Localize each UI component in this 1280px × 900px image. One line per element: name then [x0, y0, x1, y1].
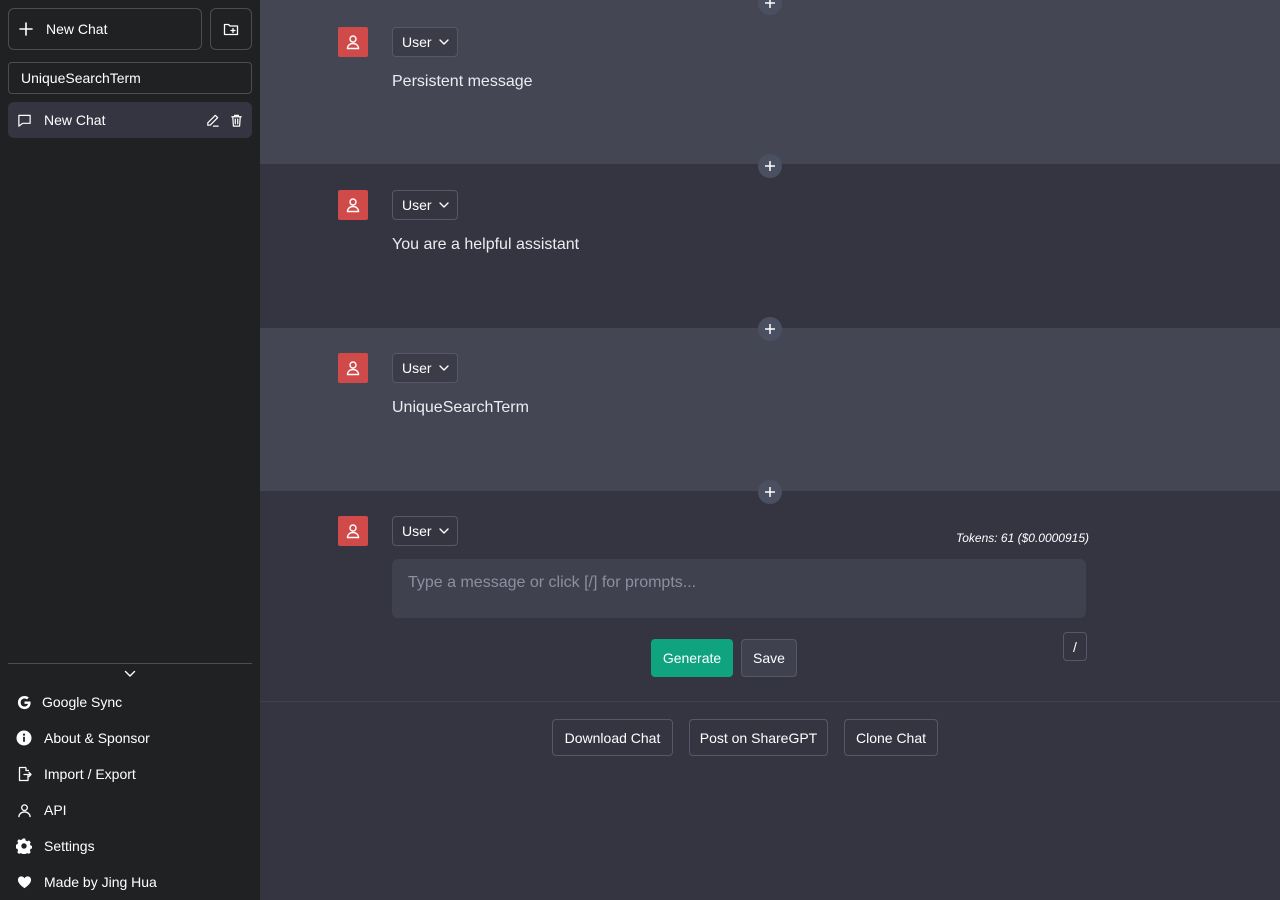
- folder-plus-icon: [223, 23, 239, 36]
- new-chat-button[interactable]: New Chat: [8, 8, 202, 50]
- chat-list-item[interactable]: New Chat: [8, 102, 252, 138]
- prompt-library-button[interactable]: /: [1063, 632, 1087, 661]
- message-text[interactable]: Persistent message: [392, 73, 533, 91]
- user-avatar-icon: [346, 35, 360, 50]
- add-message-button[interactable]: [758, 480, 782, 504]
- user-avatar-icon: [346, 524, 360, 539]
- message: User Persistent message: [260, 0, 1280, 164]
- new-folder-button[interactable]: [210, 8, 252, 50]
- add-message-button[interactable]: [758, 317, 782, 341]
- message: User You are a helpful assistant: [260, 164, 1280, 328]
- menu-item-label: API: [44, 802, 67, 818]
- role-select[interactable]: User: [392, 27, 458, 57]
- save-button[interactable]: Save: [741, 639, 797, 677]
- file-export-icon: [16, 766, 32, 782]
- menu-item-made-by[interactable]: Made by Jing Hua: [8, 864, 252, 900]
- avatar: [338, 190, 368, 220]
- search-input[interactable]: [8, 62, 252, 94]
- role-select-label: User: [402, 523, 432, 539]
- menu-item-google-sync[interactable]: Google Sync: [8, 684, 252, 720]
- plus-icon: [765, 0, 775, 8]
- message-text[interactable]: You are a helpful assistant: [392, 236, 579, 254]
- collapse-menu-button[interactable]: [122, 667, 138, 681]
- role-select[interactable]: User: [392, 516, 458, 546]
- chevron-down-icon: [438, 39, 449, 45]
- role-select-label: User: [402, 197, 432, 213]
- chat-main: User Persistent message User You are a h…: [260, 0, 1280, 900]
- trash-icon[interactable]: [228, 112, 244, 128]
- menu-item-label: Google Sync: [42, 694, 123, 710]
- person-icon: [16, 802, 32, 818]
- chat-list-item-label: New Chat: [44, 112, 106, 128]
- clone-chat-button[interactable]: Clone Chat: [844, 719, 938, 756]
- google-icon: [16, 694, 32, 710]
- chevron-down-icon: [124, 670, 136, 677]
- chat-bubble-icon: [18, 114, 31, 127]
- heart-icon: [16, 874, 32, 890]
- generate-button[interactable]: Generate: [651, 639, 733, 677]
- chevron-down-icon: [438, 365, 449, 371]
- sidebar: New Chat New Chat Google Sync About & Sp…: [0, 0, 260, 900]
- menu-item-about[interactable]: About & Sponsor: [8, 720, 252, 756]
- chevron-down-icon: [438, 528, 449, 534]
- plus-icon: [19, 22, 33, 36]
- plus-icon: [765, 324, 775, 334]
- role-select[interactable]: User: [392, 353, 458, 383]
- download-chat-button[interactable]: Download Chat: [552, 719, 673, 756]
- footer-divider: [260, 701, 1280, 702]
- gear-icon: [16, 838, 32, 854]
- avatar: [338, 27, 368, 57]
- role-select-label: User: [402, 360, 432, 376]
- user-avatar-icon: [346, 361, 360, 376]
- menu-item-label: Made by Jing Hua: [44, 874, 157, 890]
- avatar: [338, 353, 368, 383]
- token-count: Tokens: 61 ($0.0000915): [956, 531, 1089, 545]
- menu-item-import-export[interactable]: Import / Export: [8, 756, 252, 792]
- share-gpt-button[interactable]: Post on ShareGPT: [689, 719, 828, 756]
- menu-item-api[interactable]: API: [8, 792, 252, 828]
- user-avatar-icon: [346, 198, 360, 213]
- role-select[interactable]: User: [392, 190, 458, 220]
- plus-icon: [765, 161, 775, 171]
- chevron-down-icon: [438, 202, 449, 208]
- message-input[interactable]: [392, 559, 1086, 618]
- message-text[interactable]: UniqueSearchTerm: [392, 399, 529, 417]
- menu-item-label: Import / Export: [44, 766, 136, 782]
- sidebar-menu: Google Sync About & Sponsor Import / Exp…: [8, 684, 252, 900]
- role-select-label: User: [402, 34, 432, 50]
- new-chat-label: New Chat: [46, 21, 108, 37]
- avatar: [338, 516, 368, 546]
- sidebar-divider: [8, 663, 252, 664]
- menu-item-label: Settings: [44, 838, 95, 854]
- message: User UniqueSearchTerm: [260, 328, 1280, 491]
- add-message-button[interactable]: [758, 154, 782, 178]
- edit-icon[interactable]: [204, 112, 220, 128]
- plus-icon: [765, 487, 775, 497]
- menu-item-label: About & Sponsor: [44, 730, 150, 746]
- menu-item-settings[interactable]: Settings: [8, 828, 252, 864]
- info-icon: [16, 730, 32, 746]
